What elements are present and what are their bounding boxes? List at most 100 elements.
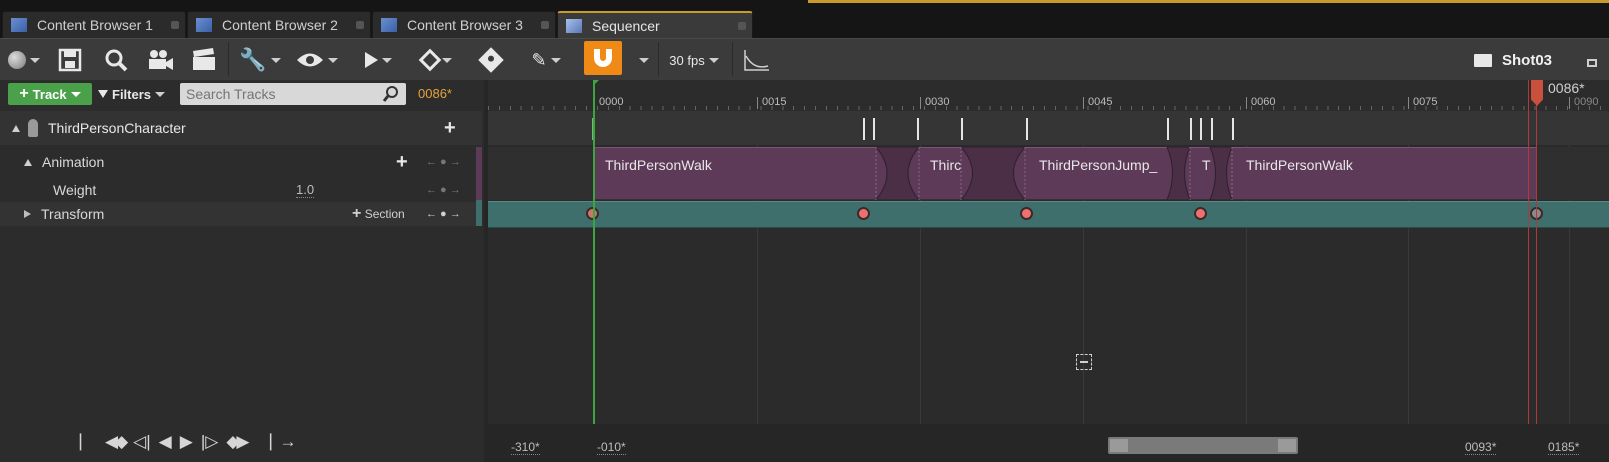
- add-track-button[interactable]: + Track: [8, 83, 92, 105]
- working-range-end[interactable]: 0093*: [1465, 440, 1497, 455]
- scrollbar-handle-right[interactable]: [1278, 439, 1296, 452]
- current-frame-display[interactable]: 0086*: [418, 86, 452, 101]
- general-options-button[interactable]: 🔧: [236, 44, 284, 76]
- tab-content-browser-2[interactable]: Content Browser 2: [187, 11, 371, 38]
- section-marker: [1200, 118, 1202, 140]
- section-marker: [961, 118, 963, 140]
- view-range-start[interactable]: -310*: [511, 440, 540, 455]
- view-options-button[interactable]: [292, 44, 342, 76]
- snap-options-dropdown[interactable]: [634, 44, 650, 76]
- transform-track-lane[interactable]: [488, 201, 1609, 228]
- keyframe[interactable]: [1194, 207, 1207, 220]
- close-icon[interactable]: [541, 21, 549, 29]
- eye-icon: [297, 53, 323, 67]
- keyframe[interactable]: [1020, 207, 1033, 220]
- snap-toggle-button[interactable]: [584, 41, 622, 75]
- play-reverse-icon[interactable]: ◀: [159, 432, 172, 452]
- section-label: Section: [364, 207, 405, 221]
- timeline-scrollbar[interactable]: [1108, 437, 1298, 454]
- step-to-next-key-icon[interactable]: ◆▶: [226, 432, 249, 452]
- key-navigation[interactable]: ← ● →: [426, 156, 461, 168]
- actor-track-label: ThirdPersonCharacter: [48, 120, 186, 136]
- expand-arrow-icon[interactable]: [24, 210, 31, 218]
- add-plus-icon[interactable]: +: [396, 151, 408, 174]
- start-marker: [593, 80, 599, 86]
- key-navigation[interactable]: ← ● →: [426, 184, 461, 196]
- section-marker: [863, 118, 865, 140]
- animation-clip-label: ThirdPersonJump_: [1039, 157, 1158, 173]
- close-icon[interactable]: [738, 22, 746, 30]
- wrench-icon: 🔧: [239, 47, 267, 72]
- filters-label: Filters: [112, 86, 152, 102]
- weight-value[interactable]: 1.0: [296, 182, 315, 198]
- search-tracks-field[interactable]: [180, 83, 406, 105]
- collapse-arrow-icon[interactable]: [12, 124, 20, 132]
- add-plus-icon[interactable]: +: [444, 117, 456, 140]
- content-browser-icon: [196, 18, 212, 32]
- section-marker: [1232, 118, 1234, 140]
- create-camera-button[interactable]: [144, 44, 176, 76]
- empty-timeline-area[interactable]: [488, 228, 1609, 424]
- framerate-dropdown[interactable]: 30 fps: [664, 44, 724, 76]
- add-section-button[interactable]: + Section: [352, 205, 405, 223]
- close-icon[interactable]: [171, 21, 179, 29]
- keyframe-options-button[interactable]: [414, 44, 460, 76]
- track-row-transform[interactable]: Transform + Section ← ● →: [0, 202, 482, 226]
- framerate-label: 30 fps: [669, 52, 705, 68]
- tab-content-browser-1[interactable]: Content Browser 1: [2, 11, 186, 38]
- lock-button[interactable]: [1582, 44, 1602, 76]
- key-navigation[interactable]: ← ● →: [426, 208, 461, 220]
- tab-label: Content Browser 1: [37, 17, 153, 33]
- key-diamond-icon: [418, 48, 442, 72]
- render-movie-button[interactable]: [188, 44, 220, 76]
- section-marker: [1190, 118, 1192, 140]
- play-icon[interactable]: ▶: [180, 432, 193, 452]
- tab-label: Sequencer: [592, 17, 660, 34]
- playback-start-line[interactable]: [593, 80, 595, 424]
- pencil-icon: ✎: [531, 49, 547, 70]
- track-row-animation[interactable]: Animation + ← ● →: [0, 147, 482, 177]
- track-row-actor[interactable]: ThirdPersonCharacter +: [0, 111, 482, 145]
- tab-sequencer[interactable]: Sequencer: [557, 11, 753, 38]
- sequencer-icon: [566, 18, 582, 33]
- playhead-line[interactable]: [1536, 80, 1537, 424]
- loop-icon[interactable]: →: [279, 432, 296, 452]
- marquee-select-icon: [1076, 354, 1092, 370]
- world-button[interactable]: [4, 44, 44, 76]
- curve-editor-button[interactable]: [740, 44, 772, 76]
- view-range-end[interactable]: 0185*: [1548, 440, 1580, 455]
- browse-sequence-button[interactable]: [1470, 44, 1496, 76]
- actor-track-lane[interactable]: [488, 111, 1609, 145]
- sequence-name: Shot03: [1502, 51, 1553, 69]
- blend-overlaps: [875, 147, 1233, 200]
- find-in-browser-button[interactable]: [102, 44, 130, 76]
- transport-controls: ⎸ ◀◆ ◁| ◀ ▶ |▷ ◆▶ ⎹ →: [80, 432, 296, 452]
- filter-icon: [98, 90, 108, 98]
- animation-clip-label: ThirdPersonWalk: [605, 157, 712, 173]
- content-browser-icon: [381, 18, 397, 32]
- playback-end-line[interactable]: [1528, 80, 1529, 424]
- step-back-icon[interactable]: ◁|: [133, 432, 151, 452]
- collapse-arrow-icon[interactable]: [24, 158, 32, 166]
- chevron-down-icon: [639, 57, 649, 63]
- chevron-down-icon: [442, 57, 452, 63]
- chevron-down-icon: [328, 57, 338, 63]
- step-forward-icon[interactable]: |▷: [201, 432, 219, 452]
- filters-button[interactable]: Filters: [98, 83, 174, 105]
- section-marker: [917, 118, 919, 140]
- step-to-previous-key-icon[interactable]: ◀◆: [105, 432, 128, 452]
- keyframe[interactable]: [857, 207, 870, 220]
- jump-to-start-icon[interactable]: ⎸: [80, 432, 97, 452]
- playback-options-button[interactable]: [356, 44, 400, 76]
- working-range-start[interactable]: -010*: [597, 440, 626, 455]
- track-row-weight[interactable]: Weight 1.0 ← ● →: [0, 178, 482, 202]
- edit-options-button[interactable]: ✎: [524, 44, 568, 76]
- clapperboard-icon: [193, 48, 215, 70]
- save-button[interactable]: [56, 44, 84, 76]
- jump-to-end-icon[interactable]: ⎹: [254, 432, 271, 452]
- scrollbar-handle-left[interactable]: [1110, 439, 1128, 452]
- auto-key-button[interactable]: [476, 44, 506, 76]
- tab-content-browser-3[interactable]: Content Browser 3: [372, 11, 556, 38]
- close-icon[interactable]: [356, 21, 364, 29]
- search-input[interactable]: [180, 83, 376, 105]
